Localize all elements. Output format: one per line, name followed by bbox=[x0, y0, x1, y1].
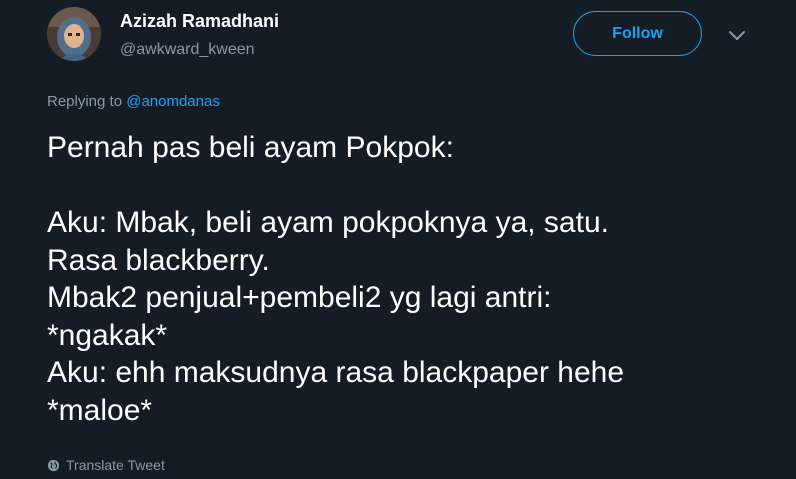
display-name[interactable]: Azizah Ramadhani bbox=[120, 11, 279, 32]
translate-tweet-button[interactable]: Translate Tweet bbox=[47, 457, 165, 473]
follow-button[interactable]: Follow bbox=[573, 11, 702, 56]
globe-icon bbox=[47, 459, 60, 471]
avatar[interactable] bbox=[47, 7, 101, 61]
follow-button-label: Follow bbox=[612, 24, 663, 42]
reply-target-link[interactable]: @anomdanas bbox=[126, 93, 220, 110]
user-avatar-icon bbox=[47, 7, 101, 61]
translate-tweet-label: Translate Tweet bbox=[66, 457, 165, 473]
user-handle[interactable]: @awkward_kween bbox=[120, 41, 255, 59]
replying-to: Replying to @anomdanas bbox=[47, 93, 220, 110]
replying-to-prefix: Replying to bbox=[47, 93, 123, 110]
chevron-down-icon[interactable] bbox=[728, 30, 746, 42]
tweet-text: Pernah pas beli ayam Pokpok: Aku: Mbak, … bbox=[47, 131, 625, 427]
